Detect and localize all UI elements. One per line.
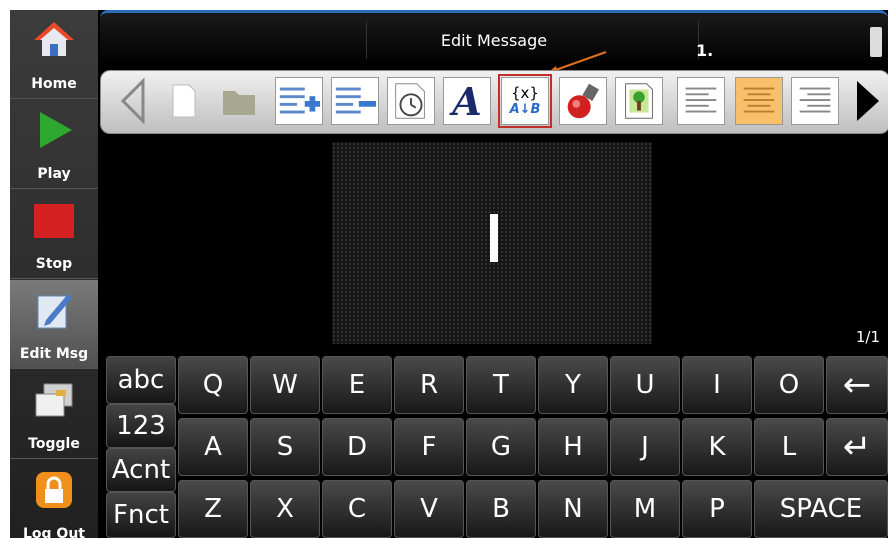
key-w[interactable]: W — [250, 356, 320, 414]
play-icon — [40, 112, 72, 148]
sidebar-item-home[interactable]: Home — [10, 10, 98, 99]
page-indicator: 1/1 — [855, 328, 880, 346]
key-p[interactable]: P — [682, 480, 752, 538]
sidebar-item-label: Edit Msg — [19, 346, 89, 362]
backspace-key[interactable]: ← — [826, 356, 888, 414]
toolbar: A {x} A↓B — [100, 70, 888, 134]
key-q[interactable]: Q — [178, 356, 248, 414]
sidebar-item-label: Toggle — [28, 436, 80, 452]
sidebar-item-stop[interactable]: Stop — [10, 190, 98, 279]
mode-key-fnct[interactable]: Fnct — [106, 492, 176, 538]
key-y[interactable]: Y — [538, 356, 608, 414]
align-center-icon[interactable] — [735, 77, 783, 125]
sidebar-item-play[interactable]: Play — [10, 100, 98, 189]
arrow-left-icon[interactable] — [111, 77, 159, 125]
key-a[interactable]: A — [178, 418, 248, 476]
toggle-icon — [35, 383, 73, 417]
key-c[interactable]: C — [322, 480, 392, 538]
message-canvas[interactable] — [332, 142, 652, 344]
title-bar: Edit Message 1. — [100, 10, 888, 67]
lock-icon — [36, 472, 72, 508]
key-s[interactable]: S — [250, 418, 320, 476]
variable-icon-label: {x} — [511, 84, 539, 102]
space-key[interactable]: SPACE — [754, 480, 888, 538]
arrow-right-icon[interactable] — [841, 77, 888, 125]
sidebar-item-label: Log Out — [23, 526, 85, 538]
align-left-icon[interactable] — [677, 77, 725, 125]
key-r[interactable]: R — [394, 356, 464, 414]
image-icon[interactable] — [615, 77, 663, 125]
add-line-icon[interactable] — [275, 77, 323, 125]
sidebar-item-toggle[interactable]: Toggle — [10, 370, 98, 459]
sidebar-item-label: Home — [31, 76, 77, 92]
key-l[interactable]: L — [754, 418, 824, 476]
key-v[interactable]: V — [394, 480, 464, 538]
key-n[interactable]: N — [538, 480, 608, 538]
on-screen-keyboard: abc 123 Acnt Fnct Q W E R T Y U I O ← A … — [106, 356, 888, 538]
mode-key-abc[interactable]: abc — [106, 356, 176, 404]
key-u[interactable]: U — [610, 356, 680, 414]
key-t[interactable]: T — [466, 356, 536, 414]
key-m[interactable]: M — [610, 480, 680, 538]
key-o[interactable]: O — [754, 356, 824, 414]
sidebar-item-edit-msg[interactable]: Edit Msg — [10, 280, 98, 369]
key-h[interactable]: H — [538, 418, 608, 476]
device-screen: Home Play Stop Edit Msg Toggle Log Out E… — [10, 10, 888, 538]
variable-icon-sub: A↓B — [509, 102, 541, 117]
mode-key-acnt[interactable]: Acnt — [106, 448, 176, 492]
key-k[interactable]: K — [682, 418, 752, 476]
text-cursor — [490, 214, 498, 262]
sidebar-item-log-out[interactable]: Log Out — [10, 460, 98, 538]
key-j[interactable]: J — [610, 418, 680, 476]
key-z[interactable]: Z — [178, 480, 248, 538]
remove-line-icon[interactable] — [331, 77, 379, 125]
sidebar-item-label: Play — [37, 166, 71, 182]
font-icon[interactable]: A — [443, 77, 491, 125]
key-e[interactable]: E — [322, 356, 392, 414]
key-i[interactable]: I — [682, 356, 752, 414]
key-f[interactable]: F — [394, 418, 464, 476]
battery-icon — [870, 27, 882, 57]
align-right-icon[interactable] — [791, 77, 839, 125]
mode-key-123[interactable]: 123 — [106, 404, 176, 448]
clock-icon[interactable] — [387, 77, 435, 125]
stop-icon — [34, 204, 74, 238]
enter-key[interactable]: ↵ — [826, 418, 888, 476]
key-d[interactable]: D — [322, 418, 392, 476]
callout-number: 1. — [696, 41, 714, 60]
variable-field-icon[interactable]: {x} A↓B — [498, 74, 552, 128]
key-g[interactable]: G — [466, 418, 536, 476]
new-document-icon[interactable] — [159, 77, 207, 125]
edit-pencil-icon — [37, 294, 72, 329]
key-x[interactable]: X — [250, 480, 320, 538]
page-title: Edit Message — [440, 31, 548, 50]
barcode-sensor-icon[interactable] — [559, 77, 607, 125]
sidebar-item-label: Stop — [35, 256, 73, 272]
folder-icon[interactable] — [215, 77, 263, 125]
sidebar: Home Play Stop Edit Msg Toggle Log Out — [10, 10, 98, 538]
home-icon — [34, 22, 74, 56]
key-b[interactable]: B — [466, 480, 536, 538]
